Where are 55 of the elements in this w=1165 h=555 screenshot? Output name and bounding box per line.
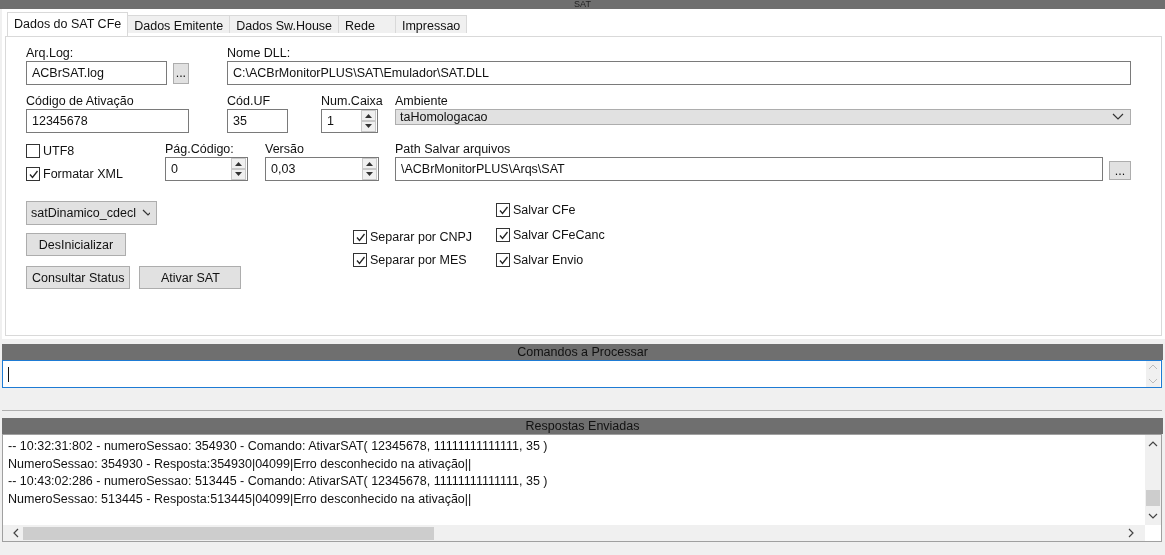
log-line: -- 10:43:02:286 - numeroSessao: 513445 - Comando: AtivarSAT( 12345678, 11111111111111, 35 ) [8,473,549,490]
input-field[interactable]: \ACBrMonitorPLUS\Arqs\SAT [395,157,1103,181]
field-label: Versão [265,142,305,157]
checkbox-label: Salvar CFeCanc [513,228,605,242]
spin-arrows-icon[interactable] [362,158,377,180]
field-label: Código de Ativação [26,94,135,109]
field-label: Path Salvar arquivos [395,142,512,157]
input-field[interactable]: 12345678 [26,109,189,133]
spin-arrows-icon[interactable] [231,158,246,180]
window-title: SAT [574,0,591,9]
input-field[interactable]: C:\ACBrMonitorPLUS\SAT\Emulador\SAT.DLL [227,61,1131,85]
field-label: Num.Caixa [321,94,384,109]
spin-field[interactable]: 0,03 [265,157,379,181]
checkbox-label: Separar por MES [370,253,467,267]
browse-button[interactable]: ... [1109,161,1131,180]
field-label: Cód.UF [227,94,272,109]
scrollbar[interactable] [1146,361,1160,387]
chevron-down-icon [1112,113,1124,121]
action-button[interactable]: DesInicializar [26,233,126,256]
browse-button[interactable]: ... [172,62,189,84]
checkbox[interactable] [353,253,367,267]
command-input[interactable] [2,360,1162,388]
field-label: Arq.Log: [26,46,75,61]
checkbox[interactable] [353,230,367,244]
vertical-scrollbar[interactable] [1145,435,1161,525]
field-label: Nome DLL: [227,46,292,61]
checkbox[interactable] [26,167,40,181]
section-title: Respostas Enviadas [525,419,640,433]
log-line: NumeroSessao: 513445 - Resposta:513445|04099|Erro desconhecido na ativação|| [8,490,473,508]
chevron-down-icon [141,209,150,217]
log-line: -- 10:32:31:802 - numeroSessao: 354930 - Comando: AtivarSAT( 12345678, 11111111111111, 35 ) [8,438,549,455]
field-label: Ambiente [395,94,449,109]
checkbox-label: Formatar XML [43,167,123,181]
checkbox[interactable] [496,253,510,267]
field-label: Pág.Código: [165,142,235,157]
checkbox-label: Salvar Envio [513,253,584,267]
dropdown[interactable]: taHomologacao [395,109,1131,125]
spin-field[interactable]: 1 [321,109,378,133]
checkbox[interactable] [496,228,510,242]
checkbox-label: UTF8 [43,144,75,158]
spin-field[interactable]: 0 [165,157,248,181]
checkbox-label: Separar por CNPJ [370,230,473,244]
checkbox[interactable] [496,203,510,217]
dropdown[interactable]: satDinamico_cdecl [26,201,157,225]
section-title: Comandos a Processar [517,345,648,359]
action-button[interactable]: Ativar SAT [139,266,242,289]
checkbox[interactable] [26,144,40,158]
checkbox-label: Salvar CFe [513,203,576,217]
log-line: NumeroSessao: 354930 - Resposta:354930|04099|Erro desconhecido na ativação|| [8,455,473,473]
input-field[interactable]: ACBrSAT.log [26,61,167,85]
tab[interactable]: Dados do SAT CFe [7,12,129,36]
action-button[interactable]: Consultar Status [26,266,131,289]
input-field[interactable]: 35 [227,109,288,133]
spin-arrows-icon[interactable] [361,110,376,132]
horizontal-scrollbar[interactable] [3,525,1145,541]
